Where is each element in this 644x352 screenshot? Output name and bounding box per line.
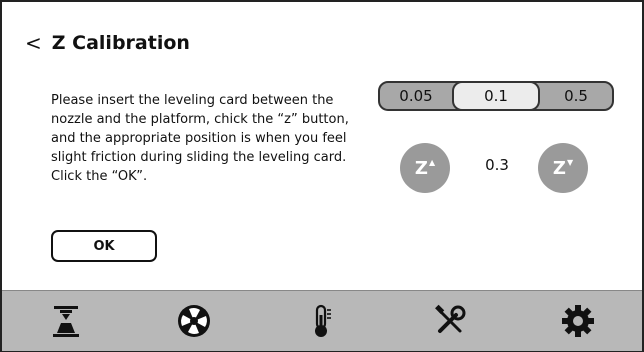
z-offset-value: 0.3 bbox=[485, 156, 509, 174]
fan-icon bbox=[178, 305, 210, 337]
up-arrow-icon: ▲ bbox=[428, 157, 436, 167]
step-option-0-1-selected[interactable]: 0.1 bbox=[452, 81, 540, 111]
step-option-0-5[interactable]: 0.5 bbox=[540, 81, 612, 111]
z-up-button[interactable]: Z ▲ bbox=[400, 143, 450, 193]
tools-icon bbox=[435, 304, 466, 333]
z-calibration-screen: < Z Calibration Please insert the leveli… bbox=[0, 0, 644, 352]
nav-tools[interactable] bbox=[420, 291, 480, 351]
ok-button[interactable]: OK bbox=[51, 230, 157, 262]
nav-settings[interactable] bbox=[548, 291, 608, 351]
z-down-button[interactable]: Z ▼ bbox=[538, 143, 588, 193]
step-size-selector: 0.05 0.1 0.5 bbox=[378, 81, 614, 111]
instructions-text: Please insert the leveling card between … bbox=[51, 93, 349, 184]
z-down-label: Z bbox=[552, 157, 566, 179]
page-title: Z Calibration bbox=[51, 32, 190, 54]
step-option-0-05[interactable]: 0.05 bbox=[380, 81, 452, 111]
gear-icon bbox=[562, 305, 594, 337]
z-up-label: Z bbox=[414, 157, 428, 179]
nav-print-platform[interactable] bbox=[36, 291, 96, 351]
down-arrow-icon: ▼ bbox=[566, 157, 574, 167]
print-platform-icon bbox=[53, 306, 79, 337]
header: < Z Calibration bbox=[25, 32, 190, 54]
nav-fan[interactable] bbox=[164, 291, 224, 351]
back-button[interactable]: < bbox=[25, 33, 42, 53]
nav-temperature[interactable] bbox=[292, 291, 352, 351]
thermometer-icon bbox=[315, 304, 331, 337]
bottom-navbar bbox=[2, 290, 642, 351]
